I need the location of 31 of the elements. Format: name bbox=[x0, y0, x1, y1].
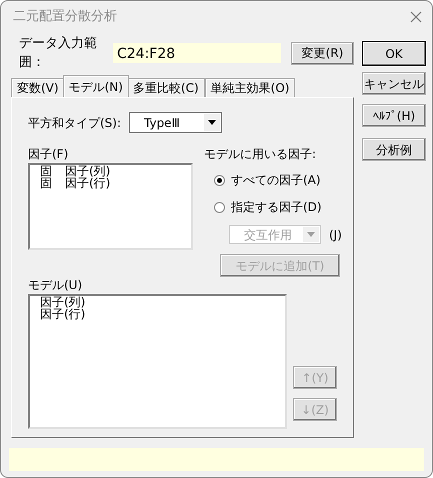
model-item[interactable]: 因子(列) bbox=[40, 296, 275, 308]
field-label: データ入力範囲： bbox=[19, 34, 98, 72]
factor-item[interactable]: 因子(行) bbox=[65, 177, 110, 189]
list-label: 因子(F) bbox=[28, 146, 70, 163]
tab[interactable]: モデル(N) bbox=[62, 75, 129, 97]
dialog-button[interactable]: OK bbox=[362, 41, 426, 66]
factor-tag: 固 bbox=[40, 177, 52, 189]
type-dropdown[interactable]: TypeⅢ bbox=[129, 112, 222, 133]
close-button[interactable] bbox=[410, 11, 422, 23]
radio-label[interactable]: 指定する因子(D) bbox=[231, 198, 322, 216]
dialog-button[interactable]: キャンセル bbox=[362, 72, 426, 95]
radio-button[interactable] bbox=[214, 174, 225, 186]
field-label: 平方和タイプ(S): bbox=[28, 114, 122, 132]
change-button[interactable]: 変更(R) bbox=[291, 42, 354, 64]
dialog-button[interactable]: 分析例 bbox=[362, 138, 426, 161]
model-list[interactable]: 因子(列) 因子(行) bbox=[28, 294, 287, 429]
dialog-button[interactable]: ﾍﾙﾌﾟ(H) bbox=[362, 104, 426, 127]
tab[interactable]: 多重比較(C) bbox=[126, 78, 205, 97]
list-label: モデル(U) bbox=[28, 277, 84, 294]
shortcut-label: (J) bbox=[329, 226, 342, 244]
factor-tag: 固 bbox=[40, 165, 52, 177]
window-title: 二元配置分散分析 bbox=[13, 8, 117, 26]
radio-button[interactable] bbox=[214, 202, 225, 212]
group-label: モデルに用いる因子: bbox=[204, 146, 318, 163]
range-field[interactable]: C24:F28 bbox=[113, 43, 281, 63]
tab[interactable]: 単純主効果(O) bbox=[204, 78, 296, 97]
model-item[interactable]: 因子(行) bbox=[40, 308, 275, 320]
factor-item[interactable]: 因子(列) bbox=[65, 165, 110, 177]
factor-list[interactable]: 固 因子(列) 固 因子(行) bbox=[28, 163, 193, 250]
tab[interactable]: 変数(V) bbox=[11, 78, 65, 97]
radio-label[interactable]: すべての因子(A) bbox=[231, 171, 321, 189]
